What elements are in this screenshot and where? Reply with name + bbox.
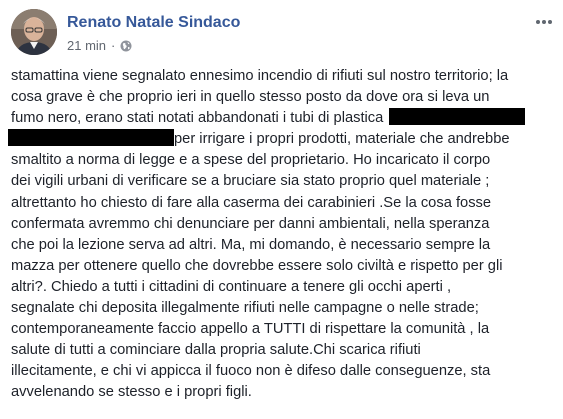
post-text-segment: fumo nero, erano stati notati abbandonat… bbox=[11, 110, 384, 127]
post-text-line: dei vigili urbani di verificare se a bru… bbox=[11, 173, 490, 190]
author-avatar[interactable] bbox=[11, 9, 57, 55]
post-timestamp[interactable]: 21 min bbox=[67, 38, 106, 53]
post-text-line: fumo nero, erano stati notati abbandonat… bbox=[11, 108, 556, 129]
post-text-line: altri?. Chiedo a tutti i cittadini di co… bbox=[11, 278, 452, 295]
globe-icon[interactable] bbox=[120, 40, 132, 52]
more-dots-icon[interactable] bbox=[534, 15, 554, 29]
redaction-box bbox=[389, 108, 526, 126]
meta-separator: · bbox=[111, 38, 116, 53]
post-text-line: stamattina viene segnalato ennesimo ince… bbox=[11, 68, 509, 84]
post-body: stamattina viene segnalato ennesimo ince… bbox=[8, 66, 556, 404]
post-text-line: salute di tutti a cominciare dalla propr… bbox=[11, 342, 421, 359]
avatar-image bbox=[11, 9, 57, 55]
post-text-line: cosa grave è che proprio ieri in quello … bbox=[11, 89, 490, 106]
post-text-line: confermata avremmo chi denunciare per da… bbox=[11, 215, 490, 232]
facebook-post: Renato Natale Sindaco 21 min · stamattin… bbox=[0, 0, 563, 419]
post-text-line: per irrigare i propri prodotti, material… bbox=[8, 129, 556, 150]
post-meta: 21 min · bbox=[67, 38, 132, 53]
redaction-box bbox=[8, 129, 174, 147]
post-text-line: smaltito a norma di legge e a spese del … bbox=[11, 152, 491, 169]
author-name[interactable]: Renato Natale Sindaco bbox=[67, 14, 240, 32]
post-text-line: segnalate chi deposita illegalmente rifi… bbox=[11, 300, 479, 317]
post-text-line: contemporaneamente faccio appello a TUTT… bbox=[11, 321, 490, 338]
post-text-line: altrettanto ho chiesto di fare alla case… bbox=[11, 194, 492, 211]
post-text-line: mazza per ottenere quello che dovrebbe e… bbox=[11, 257, 503, 274]
post-header: Renato Natale Sindaco 21 min · bbox=[11, 9, 556, 59]
post-text-line: illecitamente, e chi vi appicca il fuoco… bbox=[11, 363, 491, 380]
post-text-line: avvelenando se stesso e i propri figli. bbox=[11, 384, 252, 401]
post-text-line: che poi la lezione serva ad altri. Ma, m… bbox=[11, 236, 491, 253]
post-text-segment: per irrigare i propri prodotti, material… bbox=[174, 131, 510, 148]
